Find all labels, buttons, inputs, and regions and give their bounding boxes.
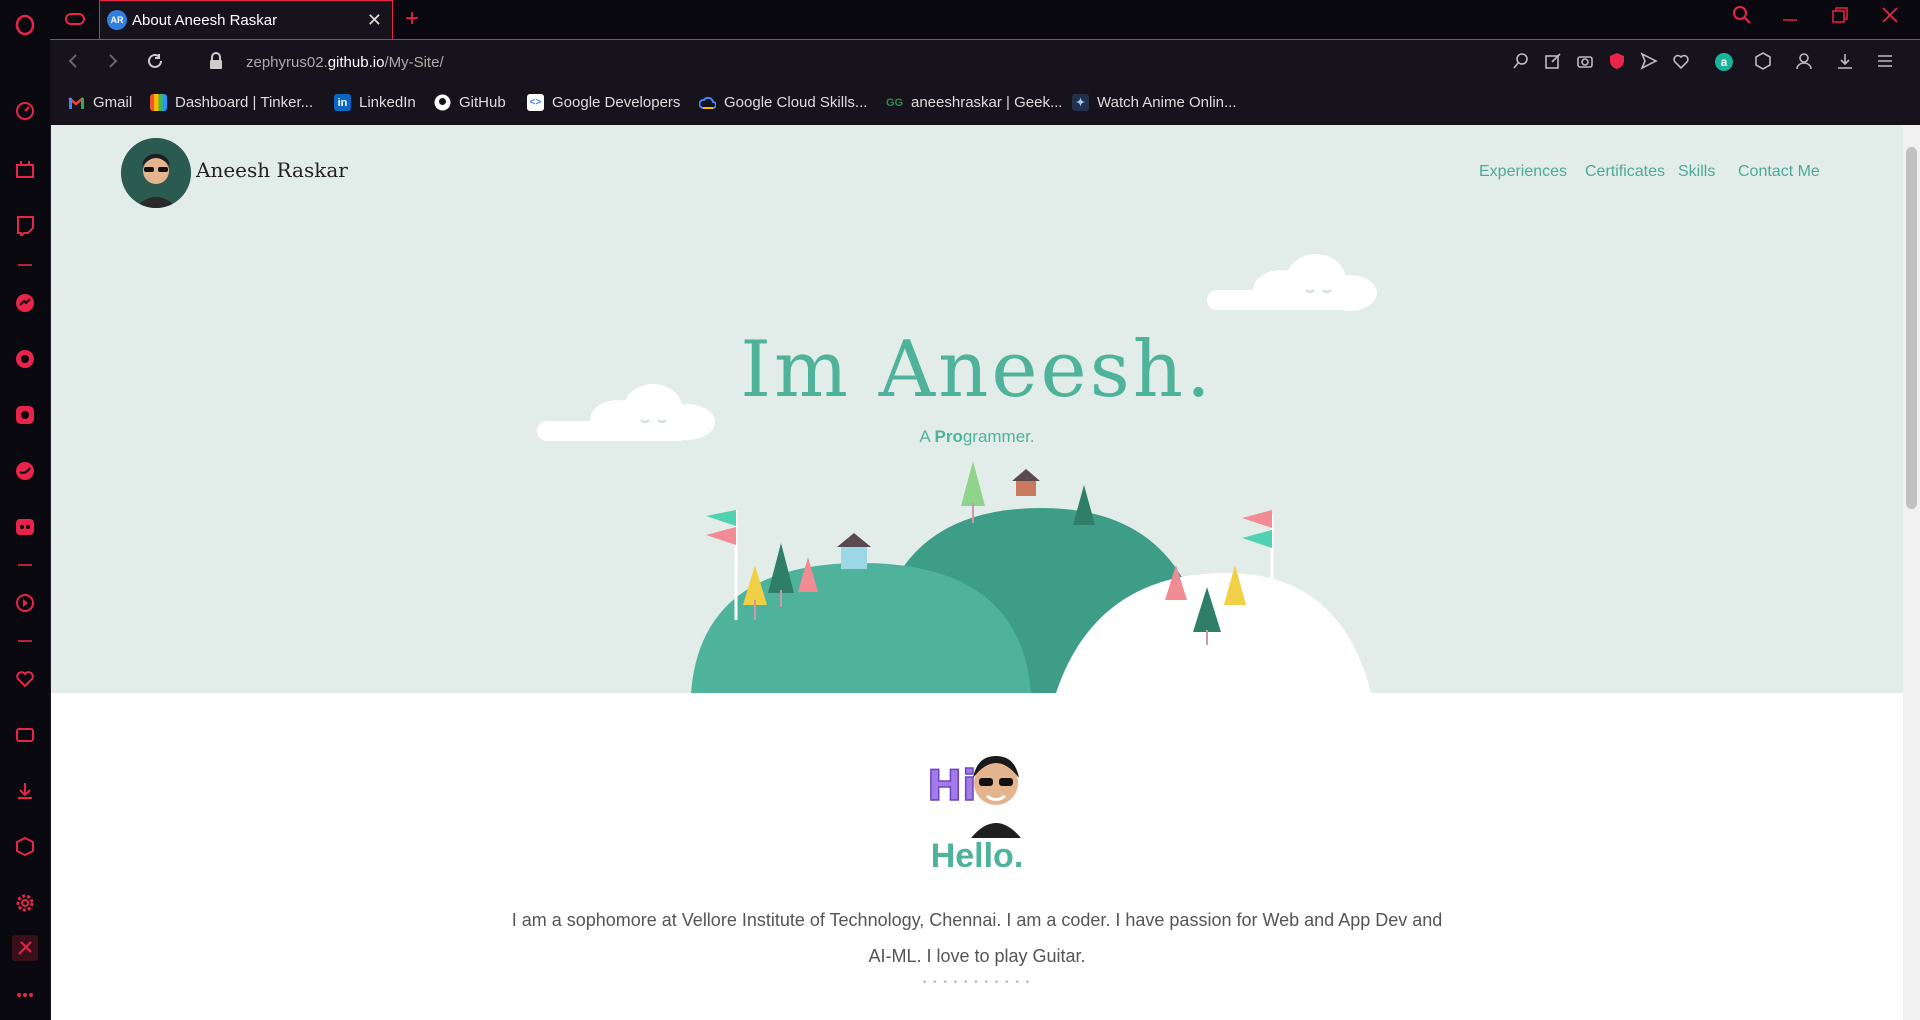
tab-favicon: AR [107, 10, 127, 30]
restore-icon[interactable] [1830, 5, 1850, 30]
history-icon[interactable] [12, 722, 38, 748]
search-page-icon[interactable] [1512, 52, 1530, 75]
account-avatar-icon[interactable]: a [1714, 52, 1734, 77]
tab-title: About Aneesh Raskar [132, 11, 278, 29]
heart-icon[interactable] [12, 666, 38, 692]
bookmark-anime[interactable]: ✦ Watch Anime Onlin... [1072, 94, 1237, 111]
browser-sidebar [0, 0, 51, 1020]
forward-icon[interactable] [104, 52, 122, 75]
adblock-shield-icon[interactable] [1608, 52, 1626, 75]
bookmark-google-developers[interactable]: <> Google Developers [527, 94, 680, 111]
url-text[interactable]: zephyrus02.github.io/My-Site/ [246, 54, 444, 71]
sidebar-separator [18, 264, 32, 266]
send-icon[interactable] [1640, 52, 1658, 75]
instagram-icon[interactable] [12, 402, 38, 428]
anime-icon: ✦ [1072, 94, 1089, 111]
back-icon[interactable] [64, 52, 82, 75]
gx-corner-icon[interactable] [12, 156, 38, 182]
bookmark-gmail[interactable]: Gmail [68, 94, 132, 111]
tab-close-icon[interactable]: ✕ [367, 10, 382, 31]
player-icon[interactable] [12, 590, 38, 616]
search-icon[interactable] [1732, 5, 1752, 30]
svg-text:Hi: Hi [927, 761, 977, 810]
bookmark-github[interactable]: GitHub [434, 94, 506, 111]
twitch-icon[interactable] [12, 212, 38, 238]
lock-icon[interactable] [208, 52, 224, 75]
linkedin-icon: in [334, 94, 351, 111]
page-scrollbar[interactable] [1903, 125, 1920, 1020]
more-icon[interactable] [12, 982, 38, 1008]
google-cloud-icon [699, 94, 716, 111]
bookmarks-bar: Gmail Dashboard | Tinker... in LinkedIn … [50, 87, 1920, 125]
address-bar: zephyrus02.github.io/My-Site/ a [50, 39, 1920, 87]
sidebar-separator [18, 640, 32, 642]
discord-icon[interactable] [12, 514, 38, 540]
download-icon[interactable] [1836, 52, 1854, 75]
whatsapp-icon[interactable] [12, 346, 38, 372]
twitter-icon[interactable] [12, 458, 38, 484]
bookmark-google-cloud[interactable]: Google Cloud Skills... [699, 94, 867, 111]
easy-setup-icon[interactable] [1876, 52, 1894, 75]
settings-gear-icon[interactable] [12, 890, 38, 916]
extensions-icon[interactable] [12, 834, 38, 860]
bookmark-geeksforgeeks[interactable]: GG aneeshraskar | Geek... [885, 94, 1063, 111]
sidebar-separator [18, 564, 32, 566]
speed-dial-icon[interactable] [12, 98, 38, 124]
new-tab-icon[interactable]: + [405, 5, 419, 33]
hero-section: Aneesh Raskar Experiences Certificates S… [51, 125, 1903, 693]
share-icon[interactable] [1544, 52, 1562, 75]
profile-icon[interactable] [1795, 52, 1813, 75]
camera-icon[interactable] [1576, 52, 1594, 75]
tab-active[interactable]: AR About Aneesh Raskar ✕ [99, 0, 393, 39]
cloud-right [1207, 254, 1377, 311]
bookmark-linkedin[interactable]: in LinkedIn [334, 94, 416, 111]
downloads-icon[interactable] [12, 778, 38, 804]
close-window-icon[interactable] [1880, 5, 1900, 30]
house-top [1012, 469, 1040, 496]
hero-title: Im Aneesh. [740, 325, 1214, 415]
minimize-icon[interactable] [1780, 5, 1800, 30]
hello-heading: Hello. [930, 837, 1024, 875]
hi-bitmoji-image: Hi [921, 738, 1041, 838]
opera-logo-icon[interactable] [12, 12, 38, 38]
bookmark-tinkercad[interactable]: Dashboard | Tinker... [150, 94, 313, 111]
hero-subtitle: A Programmer. [919, 427, 1035, 446]
geeksforgeeks-icon: GG [885, 96, 904, 109]
reload-icon[interactable] [146, 52, 164, 75]
web-page: Aneesh Raskar Experiences Certificates S… [51, 125, 1903, 1020]
divider-dots: • • • • • • • • • • • [922, 977, 1032, 988]
gamepad-icon[interactable] [64, 9, 86, 34]
google-developers-icon: <> [527, 94, 544, 111]
scroll-thumb[interactable] [1906, 147, 1917, 509]
github-icon [434, 94, 451, 111]
bio-text: I am a sophomore at Vellore Institute of… [511, 910, 1443, 966]
tab-bar: AR About Aneesh Raskar ✕ + [50, 0, 1920, 39]
house-left [837, 533, 871, 569]
bookmark-heart-icon[interactable] [1672, 52, 1690, 75]
gmail-icon [68, 94, 85, 111]
messenger-icon[interactable] [12, 290, 38, 316]
cube-icon[interactable] [1754, 52, 1772, 75]
gx-control-icon[interactable] [12, 935, 38, 961]
svg-text:a: a [1721, 55, 1728, 69]
tinkercad-icon [150, 94, 167, 111]
